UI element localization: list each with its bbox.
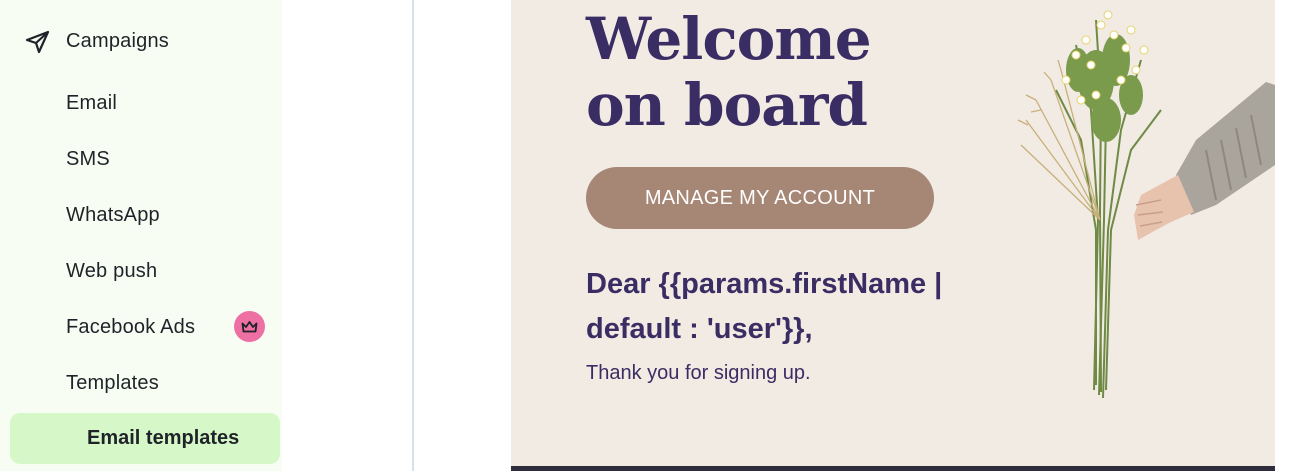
email-preview: Welcome on board MANAGE MY ACCOUNT Dear … (511, 0, 1275, 471)
email-greeting: Dear {{params.firstName | default : 'use… (586, 268, 943, 345)
send-icon (25, 30, 50, 54)
sidebar-item-label: Web push (66, 260, 158, 282)
manage-account-button[interactable]: MANAGE MY ACCOUNT (586, 167, 934, 229)
sidebar-item-label: Email (66, 92, 118, 114)
sidebar: Campaigns Email SMS WhatsApp Web push Fa… (0, 0, 282, 471)
email-footer-bar (511, 466, 1275, 471)
crown-icon (241, 320, 258, 332)
flower-bouquet-image (1017, 10, 1275, 399)
email-body-text: Thank you for signing up. (586, 362, 811, 384)
sidebar-item-web-push[interactable]: Web push (0, 247, 282, 295)
sidebar-item-label: SMS (66, 148, 110, 170)
sidebar-item-label: Templates (66, 372, 159, 394)
sidebar-item-templates[interactable]: Templates (0, 359, 282, 407)
sidebar-item-label: Facebook Ads (66, 316, 196, 338)
sidebar-item-email[interactable]: Email (0, 79, 282, 127)
premium-badge (234, 311, 265, 342)
sidebar-item-campaigns[interactable]: Campaigns (0, 18, 282, 66)
sidebar-item-sms[interactable]: SMS (0, 135, 282, 183)
sidebar-item-facebook-ads[interactable]: Facebook Ads (0, 303, 282, 351)
panel-divider (412, 0, 414, 471)
sidebar-item-label: WhatsApp (66, 204, 160, 226)
sidebar-item-whatsapp[interactable]: WhatsApp (0, 191, 282, 239)
sidebar-item-label: Campaigns (66, 30, 169, 52)
sidebar-item-email-templates[interactable]: Email templates (10, 413, 280, 464)
sidebar-item-label: Email templates (87, 427, 240, 449)
email-heading: Welcome on board (586, 5, 872, 139)
